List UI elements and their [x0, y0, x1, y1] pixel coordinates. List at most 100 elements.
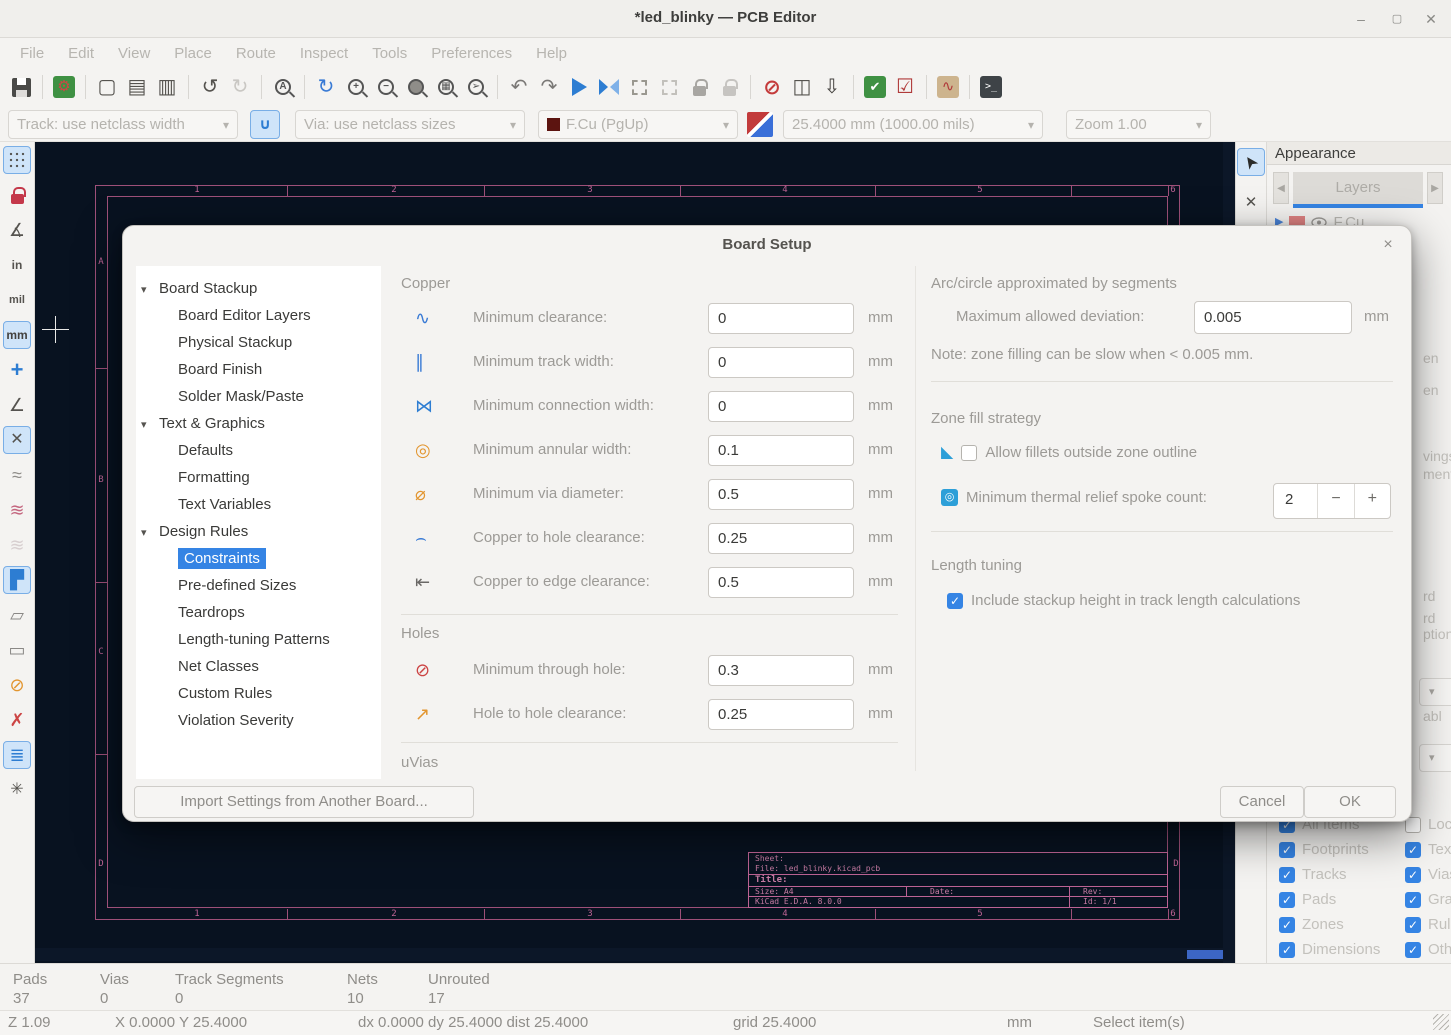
auto-track-width-button[interactable]: ∪ — [250, 110, 280, 139]
ratsnest-hidden-button[interactable]: ≋ — [3, 496, 31, 524]
deviation-input[interactable] — [1194, 301, 1352, 334]
grid-button[interactable] — [3, 146, 31, 174]
group-button[interactable] — [624, 72, 654, 102]
update-pcb-button[interactable]: ⇩ — [817, 72, 847, 102]
zone-outline-button[interactable]: ▱ — [3, 601, 31, 629]
fillets-checkbox[interactable] — [961, 445, 977, 461]
zoom-in-button[interactable]: + — [341, 72, 371, 102]
properties-panel-button[interactable]: ✳ — [3, 776, 31, 804]
clipped-dropdown[interactable]: ▾ — [1419, 744, 1451, 772]
drc-list-button[interactable]: ☑ — [890, 72, 920, 102]
find-button[interactable]: A — [268, 72, 298, 102]
flip-board-button[interactable] — [564, 72, 594, 102]
rotate-cw-button[interactable]: ↷ — [534, 72, 564, 102]
tree-item-design-rules[interactable]: ▾Design Rules — [141, 519, 248, 545]
tree-item-text-variables[interactable]: Text Variables — [178, 492, 271, 518]
spoke-count-value[interactable]: 2 — [1274, 484, 1317, 518]
units-mm-button[interactable]: mm — [3, 321, 31, 349]
spinner-minus-button[interactable]: − — [1317, 484, 1353, 518]
ok-button[interactable]: OK — [1304, 786, 1396, 818]
net-colors-button[interactable]: ≋ — [3, 531, 31, 559]
import-settings-button[interactable]: Import Settings from Another Board... — [134, 786, 474, 818]
filter-checkbox[interactable] — [1405, 917, 1421, 933]
redo-button[interactable]: ↻ — [225, 72, 255, 102]
stackup-height-checkbox[interactable] — [947, 593, 963, 609]
zoom-select[interactable]: Zoom 1.00 — [1066, 110, 1211, 139]
tree-item-net-classes[interactable]: Net Classes — [178, 654, 259, 680]
tree-item-board-editor-layers[interactable]: Board Editor Layers — [178, 303, 311, 329]
constraint-input[interactable] — [708, 699, 854, 730]
refresh-button[interactable]: ↻ — [311, 72, 341, 102]
locked-items-button[interactable] — [3, 181, 31, 209]
tab-layers[interactable]: Layers — [1293, 172, 1423, 204]
curved-ratsnest-button[interactable]: ≈ — [3, 461, 31, 489]
filter-checkbox[interactable] — [1279, 892, 1295, 908]
polar-coords-button[interactable]: ∡ — [3, 216, 31, 244]
tree-item-defaults[interactable]: Defaults — [178, 438, 233, 464]
plot-button[interactable]: ▥ — [152, 72, 182, 102]
menu-place[interactable]: Place — [162, 45, 224, 62]
menu-edit[interactable]: Edit — [56, 45, 106, 62]
expand-triangle-icon[interactable]: ▾ — [141, 277, 159, 303]
sketch-tracks-button[interactable]: ✗ — [3, 706, 31, 734]
footprint-editor-button[interactable]: ⊘ — [757, 72, 787, 102]
tree-item-violation-severity[interactable]: Violation Severity — [178, 708, 294, 734]
tree-item-custom-rules[interactable]: Custom Rules — [178, 681, 272, 707]
tree-item-constraints[interactable]: Constraints — [178, 546, 266, 572]
constraint-input[interactable] — [708, 479, 854, 510]
page-settings-button[interactable]: ▢ — [92, 72, 122, 102]
expand-triangle-icon[interactable]: ▾ — [141, 412, 159, 438]
grid-select[interactable]: 25.4000 mm (1000.00 mils) — [783, 110, 1043, 139]
tree-item-pre-defined-sizes[interactable]: Pre-defined Sizes — [178, 573, 296, 599]
undo-button[interactable]: ↺ — [195, 72, 225, 102]
mirror-button[interactable] — [594, 72, 624, 102]
menu-inspect[interactable]: Inspect — [288, 45, 360, 62]
zoom-fit-button[interactable] — [401, 72, 431, 102]
clipped-dropdown[interactable]: ▾ — [1419, 678, 1451, 706]
tree-item-solder-mask-paste[interactable]: Solder Mask/Paste — [178, 384, 304, 410]
tree-item-text-graphics[interactable]: ▾Text & Graphics — [141, 411, 265, 437]
unlock-button[interactable] — [714, 72, 744, 102]
save-button[interactable] — [6, 72, 36, 102]
select-tool-button[interactable]: ➤ — [1237, 148, 1265, 176]
zoom-objects-button[interactable]: ▦ — [431, 72, 461, 102]
ungroup-button[interactable] — [654, 72, 684, 102]
menu-file[interactable]: File — [8, 45, 56, 62]
high-contrast-icon[interactable] — [747, 112, 773, 137]
board-setup-button[interactable]: ⚙ — [49, 72, 79, 102]
constraint-input[interactable] — [708, 347, 854, 378]
filter-checkbox[interactable] — [1279, 942, 1295, 958]
drc-check-button[interactable]: ✔ — [860, 72, 890, 102]
constraint-input[interactable] — [708, 391, 854, 422]
filter-checkbox[interactable] — [1405, 942, 1421, 958]
footprint-browser-button[interactable]: ◫ — [787, 72, 817, 102]
sketch-pads-button[interactable]: ▭ — [3, 636, 31, 664]
expand-triangle-icon[interactable]: ▾ — [141, 520, 159, 546]
menu-preferences[interactable]: Preferences — [419, 45, 524, 62]
tree-item-formatting[interactable]: Formatting — [178, 465, 250, 491]
constraint-input[interactable] — [708, 435, 854, 466]
constraint-input[interactable] — [708, 567, 854, 598]
print-button[interactable]: ▤ — [122, 72, 152, 102]
filter-checkbox[interactable] — [1405, 842, 1421, 858]
constraint-input[interactable] — [708, 303, 854, 334]
tab-scroll-left-icon[interactable]: ◀ — [1273, 172, 1289, 204]
units-inches-button[interactable]: in — [3, 251, 31, 279]
zoom-out-button[interactable]: − — [371, 72, 401, 102]
length-tuner-button[interactable]: ∿ — [933, 72, 963, 102]
ratsnest-button[interactable]: ✕ — [3, 426, 31, 454]
constraint-input[interactable] — [708, 655, 854, 686]
zone-fill-button[interactable]: ▛ — [3, 566, 31, 594]
units-mils-button[interactable]: mil — [3, 286, 31, 314]
resize-grip[interactable] — [1433, 1014, 1449, 1030]
filter-checkbox[interactable] — [1279, 842, 1295, 858]
lock-button[interactable] — [684, 72, 714, 102]
minimize-icon[interactable]: – — [1349, 7, 1373, 31]
track-width-select[interactable]: Track: use netclass width — [8, 110, 238, 139]
tree-item-length-tuning-patterns[interactable]: Length-tuning Patterns — [178, 627, 330, 653]
rotate-ccw-button[interactable]: ↶ — [504, 72, 534, 102]
dialog-close-icon[interactable]: × — [1377, 234, 1399, 256]
menu-help[interactable]: Help — [524, 45, 579, 62]
angle-45-button[interactable]: ∠ — [3, 391, 31, 419]
tree-item-teardrops[interactable]: Teardrops — [178, 600, 245, 626]
